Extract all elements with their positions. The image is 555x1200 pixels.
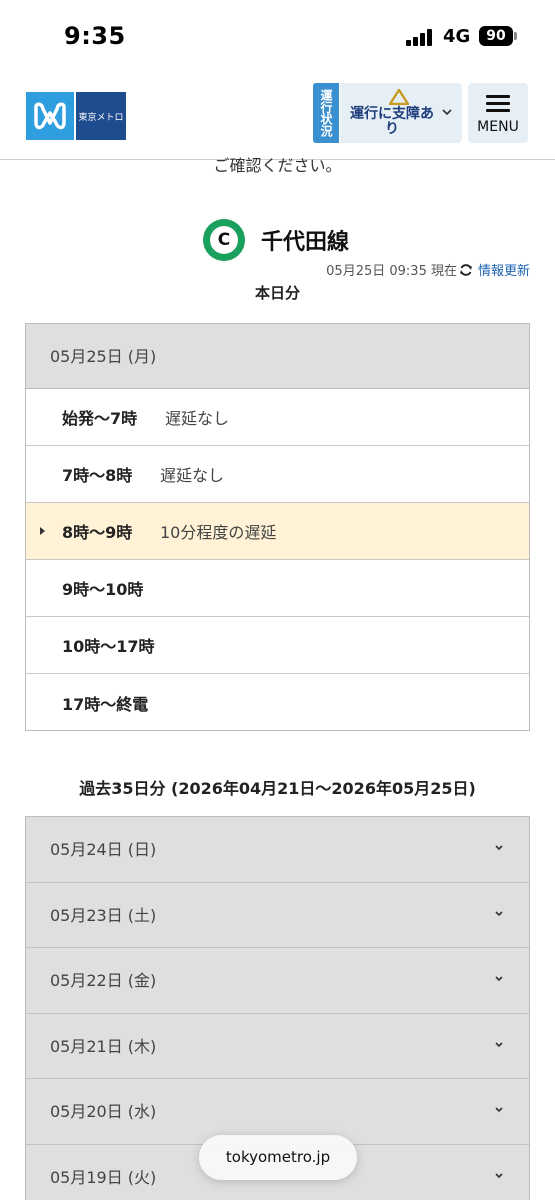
slot-time: 7時〜8時 [62, 466, 133, 485]
today-card: 05月25日 (月) 始発〜7時 遅延なし 7時〜8時 遅延なし 8時〜9時 1… [25, 323, 530, 731]
slot-time: 始発〜7時 [62, 409, 138, 428]
past-day-label: 05月23日 (土) [50, 905, 157, 925]
operation-status-dropdown[interactable]: 運行に支障あり [340, 83, 462, 143]
slot-time: 8時〜9時 [62, 523, 133, 542]
browser-url-bar[interactable]: tokyometro.jp [199, 1135, 357, 1180]
time-slot[interactable]: 17時〜終電 [26, 674, 529, 731]
notice-text: ご確認ください。 [213, 156, 342, 175]
time-slot[interactable]: 始発〜7時 遅延なし [26, 389, 529, 446]
time-slot[interactable]: 9時〜10時 [26, 560, 529, 617]
past-day-label: 05月20日 (水) [50, 1102, 157, 1121]
tokyo-metro-logo[interactable]: 東京メトロ [26, 92, 126, 140]
site-header: 東京メトロ 運行状況 運行に支障あり MENU [0, 74, 555, 160]
metro-logo-icon [26, 92, 74, 140]
chevron-down-icon [442, 109, 452, 116]
chevron-down-icon [495, 1172, 503, 1178]
past-day-label: 05月22日 (金) [50, 971, 157, 990]
updated-timestamp: 05月25日 09:35 現在 [326, 264, 457, 279]
chevron-down-icon [495, 845, 503, 851]
battery-icon: 90 [479, 26, 513, 46]
operation-status-label: 運行に支障あり [350, 106, 434, 137]
chevron-down-icon [495, 910, 503, 916]
past-section-title: 過去35日分 (2026年04月21日〜2026年05月25日) [79, 779, 476, 798]
slot-time: 10時〜17時 [62, 637, 155, 656]
chevron-down-icon [495, 1107, 503, 1113]
network-type: 4G [443, 26, 471, 47]
signal-icon [406, 28, 436, 46]
menu-button[interactable]: MENU [468, 83, 528, 143]
past-day-label: 05月21日 (木) [50, 1036, 157, 1056]
refresh-icon[interactable] [459, 263, 473, 277]
slot-time: 9時〜10時 [62, 580, 144, 599]
past-day-label: 05月24日 (日) [50, 840, 157, 859]
operation-status-tab[interactable]: 運行状況 [313, 83, 339, 143]
chevron-down-icon [495, 1041, 503, 1047]
slot-status: 遅延なし [165, 409, 230, 428]
slot-status: 10分程度の遅延 [160, 523, 277, 542]
caret-right-icon [40, 527, 45, 535]
status-bar: 9:35 4G 90 [0, 0, 555, 74]
line-name: 千代田線 [261, 230, 350, 255]
past-day-item[interactable]: 05月24日 (日) [26, 817, 529, 883]
past-day-item[interactable]: 05月21日 (木) [26, 1013, 529, 1079]
today-section-title: 本日分 [254, 284, 300, 302]
warning-icon [389, 89, 409, 105]
status-time: 9:35 [64, 22, 126, 50]
time-slot[interactable]: 10時〜17時 [26, 617, 529, 674]
today-date: 05月25日 (月) [26, 324, 529, 389]
updated-row: 05月25日 09:35 現在 情報更新 [326, 260, 530, 279]
menu-label: MENU [477, 119, 519, 135]
slot-time: 17時〜終電 [62, 694, 149, 714]
slot-status: 遅延なし [160, 466, 225, 485]
line-heading: C 千代田線 [203, 219, 349, 261]
logo-text: 東京メトロ [76, 92, 126, 140]
time-slot[interactable]: 7時〜8時 遅延なし [26, 446, 529, 503]
time-slot-delayed[interactable]: 8時〜9時 10分程度の遅延 [26, 503, 529, 560]
battery-tip [514, 32, 517, 40]
hamburger-icon [486, 95, 510, 113]
past-day-label: 05月19日 (火) [50, 1167, 157, 1187]
past-day-item[interactable]: 05月22日 (金) [26, 948, 529, 1014]
refresh-link[interactable]: 情報更新 [478, 260, 530, 279]
line-badge-letter: C [210, 226, 238, 254]
past-day-item[interactable]: 05月23日 (土) [26, 882, 529, 948]
chevron-down-icon [495, 976, 503, 982]
chiyoda-line-badge: C [203, 219, 245, 261]
